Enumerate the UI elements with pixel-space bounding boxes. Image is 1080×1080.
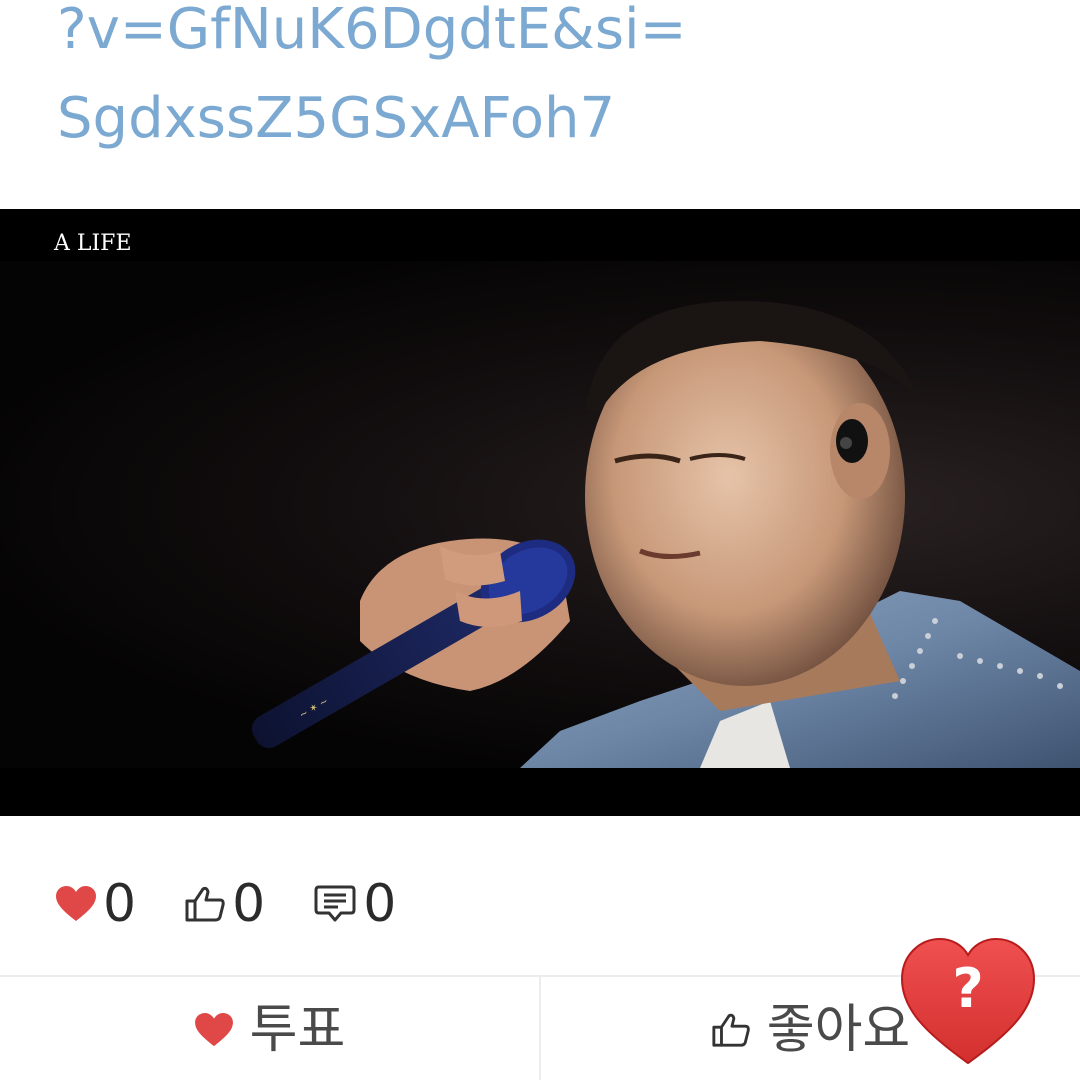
like-button-label: 좋아요 (766, 999, 911, 1060)
like-count-value: 0 (232, 874, 266, 934)
heart-icon (56, 886, 96, 921)
like-count: 0 (184, 874, 265, 934)
vote-button[interactable]: 투표 (0, 977, 541, 1080)
heart-icon (194, 1012, 233, 1046)
post-stats: 0 0 0 (55, 872, 444, 936)
comment-count: 0 (313, 874, 396, 934)
video-caption: A LIFE (54, 231, 132, 256)
thumbs-up-icon (185, 886, 225, 922)
comment-count-value: 0 (363, 874, 397, 934)
singer-image: ~ ✶ ~ (251, 301, 1080, 768)
comment-icon (314, 885, 356, 922)
link-text-line-1[interactable]: ?v=GfNuK6DgdtE&si= (57, 0, 687, 70)
vote-button-label: 투표 (249, 999, 346, 1060)
post-page: ?v=GfNuK6DgdtE&si= SgdxssZ5GSxAFoh7 ~ ✶ … (0, 0, 1080, 1080)
badge-symbol: ? (952, 957, 983, 1020)
thumbs-up-icon (712, 1013, 750, 1047)
video-thumbnail[interactable]: ~ ✶ ~ (0, 261, 1080, 768)
floating-heart-badge[interactable]: ? (898, 935, 1038, 1070)
heart-question-icon: ? (900, 937, 1036, 1065)
video-embed[interactable]: ~ ✶ ~ (0, 209, 1080, 816)
heart-count-value: 0 (103, 874, 137, 934)
link-text-line-2[interactable]: SgdxssZ5GSxAFoh7 (57, 79, 615, 159)
heart-count: 0 (55, 874, 136, 934)
